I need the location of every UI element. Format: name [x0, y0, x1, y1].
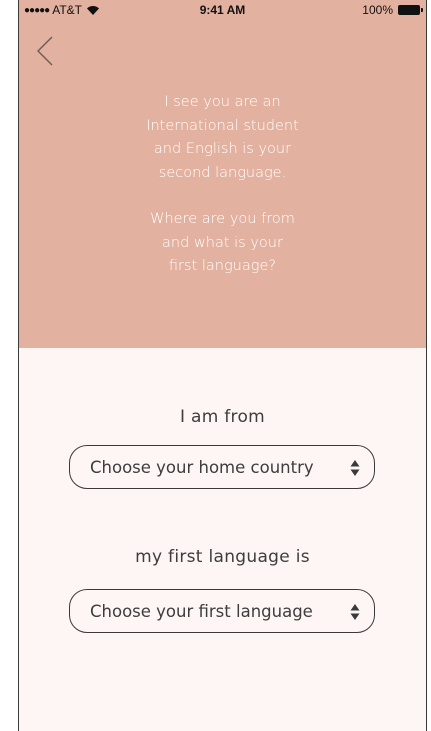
language-label: my first language is — [135, 547, 310, 567]
message-line: and English is your — [153, 141, 292, 157]
battery-icon — [398, 5, 423, 15]
first-language-select[interactable]: Choose your first language — [69, 589, 375, 633]
message-line: first language? — [168, 258, 277, 274]
updown-arrows-icon — [350, 604, 360, 620]
message-line: International student — [146, 117, 299, 134]
battery-percent: 100% — [362, 3, 393, 17]
country-label: I am from — [179, 407, 266, 427]
message-line: I see you are an — [164, 94, 281, 110]
back-button[interactable] — [33, 34, 59, 68]
intro-message: I see you are an International student a… — [19, 91, 426, 279]
message-line: second language. — [158, 164, 287, 181]
updown-arrows-icon — [350, 460, 360, 476]
chevron-left-icon — [37, 36, 53, 66]
phone-screen: ●●●●● AT&T 9:41 AM 100% I see you are an — [18, 0, 427, 731]
message-line: and what is your — [162, 234, 283, 251]
message-line: Where are you from — [150, 211, 295, 227]
home-country-select[interactable]: Choose your home country — [69, 445, 375, 489]
status-bar: ●●●●● AT&T 9:41 AM 100% — [19, 0, 426, 20]
home-country-value: Choose your home country — [90, 458, 314, 477]
form-panel: I am from Choose your home country my fi… — [19, 348, 426, 731]
status-right: 100% — [362, 3, 423, 17]
header-panel: ●●●●● AT&T 9:41 AM 100% I see you are an — [19, 0, 426, 348]
first-language-value: Choose your first language — [90, 602, 313, 621]
